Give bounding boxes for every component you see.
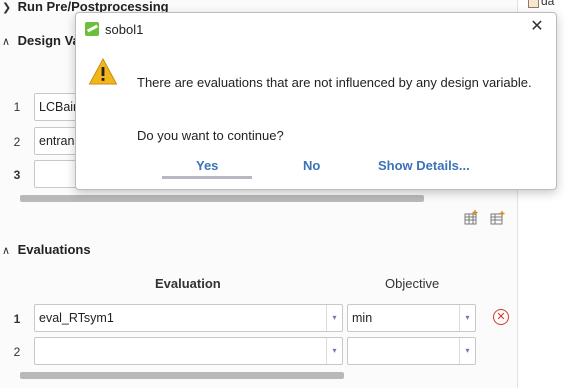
chevron-right-icon: ❯ [2, 2, 12, 14]
section-design-vars[interactable]: ∧ Design Va [2, 33, 80, 48]
evaluation-select[interactable]: ▾ [34, 337, 343, 365]
warning-icon [88, 57, 118, 85]
remove-row-icon[interactable]: ✕ [493, 309, 509, 325]
row-number: 2 [13, 345, 21, 359]
dialog-message: There are evaluations that are not influ… [137, 75, 532, 90]
evaluation-select-value: eval_RTsym1 [39, 311, 114, 325]
objective-select[interactable]: ▾ [347, 337, 476, 365]
row-number: 3 [13, 168, 21, 182]
evaluation-select[interactable]: eval_RTsym1 ▾ [34, 304, 343, 332]
horizontal-scrollbar[interactable] [20, 195, 424, 202]
column-header-objective: Objective [385, 276, 440, 291]
objective-select[interactable]: min ▾ [347, 304, 476, 332]
dropdown-arrow-icon[interactable]: ▾ [326, 305, 342, 331]
focus-indicator [162, 176, 252, 179]
row-number: 1 [13, 312, 21, 326]
dropdown-arrow-icon[interactable]: ▾ [326, 338, 342, 364]
close-icon[interactable]: ✕ [526, 16, 548, 38]
yes-button[interactable]: Yes [196, 158, 218, 173]
objective-select-value: min [352, 311, 373, 325]
horizontal-scrollbar[interactable] [20, 372, 344, 379]
section-evaluations[interactable]: ∧ Evaluations [2, 242, 91, 257]
warning-dialog: sobol1 ✕ There are evaluations that are … [75, 12, 557, 190]
column-header-evaluation: Evaluation [155, 276, 221, 291]
row-number: 1 [13, 100, 21, 114]
dropdown-arrow-icon[interactable]: ▾ [459, 338, 475, 364]
chevron-up-icon: ∧ [2, 245, 11, 257]
show-details-button[interactable]: Show Details... [378, 158, 470, 173]
dialog-question: Do you want to continue? [137, 128, 284, 143]
file-icon [528, 0, 539, 8]
right-panel-item[interactable]: da [528, 0, 554, 8]
dialog-title: sobol1 [105, 22, 144, 37]
chevron-up-icon: ∧ [2, 36, 11, 48]
no-button[interactable]: No [303, 158, 320, 173]
row-number: 2 [13, 135, 21, 149]
dropdown-arrow-icon[interactable]: ▾ [459, 305, 475, 331]
add-column-icon[interactable] [490, 210, 505, 225]
add-row-icon[interactable] [464, 210, 479, 225]
app-logo-icon [85, 22, 99, 36]
